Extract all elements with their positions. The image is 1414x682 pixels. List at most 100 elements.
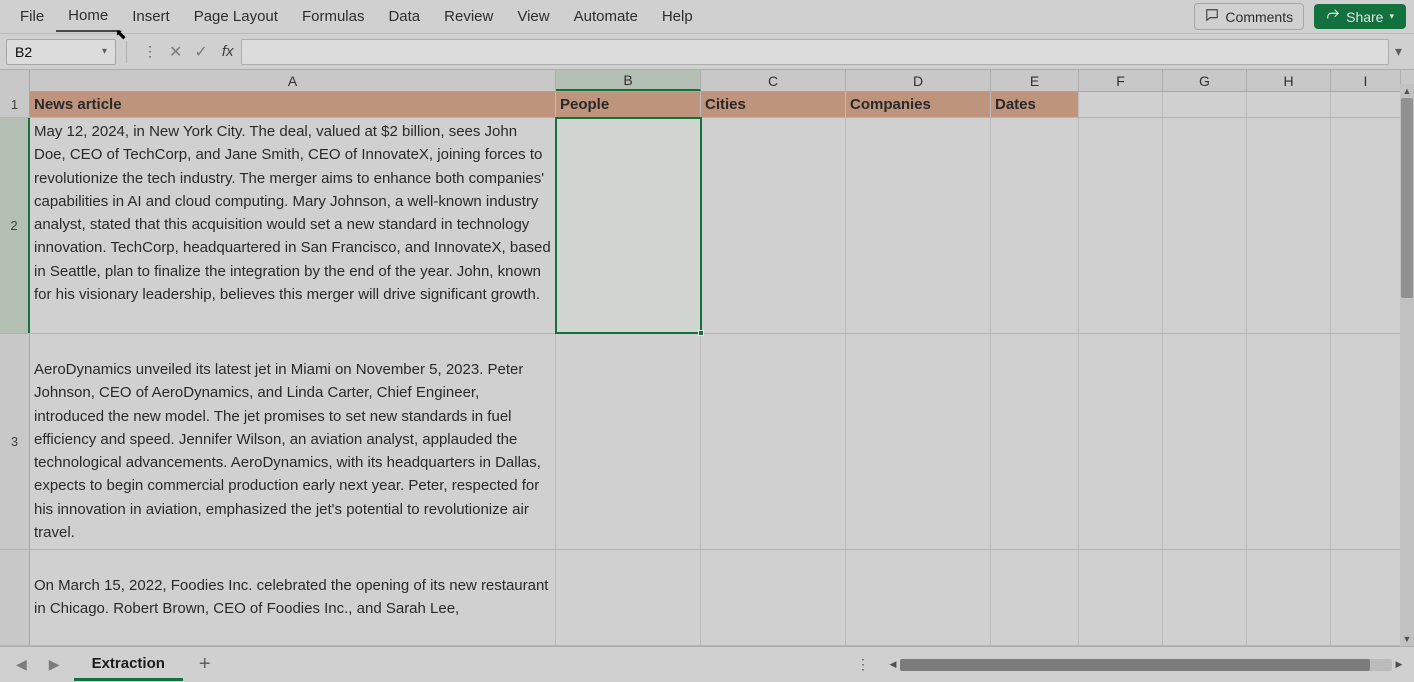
kebab-icon[interactable]: ⋮ [137, 43, 163, 60]
row-header-2[interactable]: 2 [0, 118, 30, 333]
name-box-input[interactable] [15, 44, 85, 60]
share-icon [1326, 8, 1340, 25]
scroll-left-icon[interactable]: ◀ [886, 659, 900, 670]
ribbon-tab-page-layout[interactable]: Page Layout [182, 2, 290, 31]
cell-a2[interactable]: May 12, 2024, in New York City. The deal… [30, 118, 556, 333]
chevron-down-icon[interactable]: ▾ [1389, 43, 1408, 60]
cell-d2[interactable] [846, 118, 991, 333]
scroll-thumb[interactable] [1401, 98, 1413, 298]
column-header-f[interactable]: F [1079, 70, 1163, 91]
formula-bar: ▾ ⋮ ✕ ✓ fx ▾ [0, 34, 1414, 70]
cell-b3[interactable] [556, 334, 701, 549]
sheet-tab-extraction[interactable]: Extraction [74, 649, 183, 681]
ribbon-tabs: File Home Insert Page Layout Formulas Da… [8, 1, 1194, 32]
cell-e3[interactable] [991, 334, 1079, 549]
cell-c1[interactable]: Cities [701, 92, 846, 117]
table-row: 1 News article People Cities Companies D… [0, 92, 1414, 118]
comments-label: Comments [1225, 9, 1293, 25]
enter-icon[interactable]: ✓ [188, 42, 213, 62]
sheet-nav-next[interactable]: ▶ [41, 656, 68, 673]
scroll-track[interactable] [900, 659, 1392, 671]
cell-h2[interactable] [1247, 118, 1331, 333]
cell-f1[interactable] [1079, 92, 1163, 117]
cell-d3[interactable] [846, 334, 991, 549]
cell-e1[interactable]: Dates [991, 92, 1079, 117]
cell-i3[interactable] [1331, 334, 1401, 549]
cell-f3[interactable] [1079, 334, 1163, 549]
chevron-down-icon[interactable]: ▾ [102, 46, 107, 57]
cell-g1[interactable] [1163, 92, 1247, 117]
scroll-right-icon[interactable]: ▶ [1392, 659, 1406, 670]
cell-a3[interactable]: AeroDynamics unveiled its latest jet in … [30, 334, 556, 549]
cell-g4[interactable] [1163, 550, 1247, 645]
vertical-scrollbar[interactable]: ▲ ▼ [1400, 84, 1414, 646]
table-row: On March 15, 2022, Foodies Inc. celebrat… [0, 550, 1414, 646]
column-header-b[interactable]: B [556, 70, 701, 91]
cell-b1[interactable]: People [556, 92, 701, 117]
ribbon-tab-review[interactable]: Review [432, 2, 505, 31]
scroll-thumb[interactable] [900, 659, 1370, 671]
add-sheet-button[interactable]: + [189, 653, 221, 676]
column-header-a[interactable]: A [30, 70, 556, 91]
ribbon-right: Comments Share ▾ [1194, 3, 1406, 30]
cell-i1[interactable] [1331, 92, 1401, 117]
column-header-g[interactable]: G [1163, 70, 1247, 91]
select-all-corner[interactable] [0, 70, 30, 92]
spreadsheet-grid[interactable]: A B C D E F G H I 1 News article People … [0, 70, 1414, 646]
scroll-up-icon[interactable]: ▲ [1400, 84, 1414, 98]
fill-handle[interactable] [698, 330, 704, 336]
column-header-e[interactable]: E [991, 70, 1079, 91]
cell-a1[interactable]: News article [30, 92, 556, 117]
column-header-h[interactable]: H [1247, 70, 1331, 91]
sheet-bar: ◀ ▶ Extraction + ⋮ ◀ ▶ [0, 646, 1414, 682]
fx-label[interactable]: fx [214, 43, 242, 60]
cell-i2[interactable] [1331, 118, 1401, 333]
sheet-nav-prev[interactable]: ◀ [8, 656, 35, 673]
cell-a4[interactable]: On March 15, 2022, Foodies Inc. celebrat… [30, 550, 556, 645]
share-label: Share [1346, 9, 1383, 25]
cell-c4[interactable] [701, 550, 846, 645]
cell-e4[interactable] [991, 550, 1079, 645]
ribbon-tab-help[interactable]: Help [650, 2, 705, 31]
ribbon-tab-automate[interactable]: Automate [562, 2, 650, 31]
ribbon-tab-view[interactable]: View [505, 2, 561, 31]
divider [126, 41, 127, 63]
cell-f2[interactable] [1079, 118, 1163, 333]
ribbon-tab-formulas[interactable]: Formulas [290, 2, 377, 31]
column-header-d[interactable]: D [846, 70, 991, 91]
cell-g2[interactable] [1163, 118, 1247, 333]
cell-b4[interactable] [556, 550, 701, 645]
row-header-1[interactable]: 1 [0, 92, 30, 117]
share-button[interactable]: Share ▾ [1314, 4, 1406, 29]
row-header-4[interactable] [0, 550, 30, 645]
cancel-icon[interactable]: ✕ [163, 42, 188, 62]
cell-c2[interactable] [701, 118, 846, 333]
ribbon-tab-file[interactable]: File [8, 2, 56, 31]
horizontal-scrollbar[interactable]: ◀ ▶ [886, 657, 1406, 673]
column-header-c[interactable]: C [701, 70, 846, 91]
ribbon-tab-home[interactable]: Home [56, 1, 120, 32]
cell-f4[interactable] [1079, 550, 1163, 645]
cell-h4[interactable] [1247, 550, 1331, 645]
cell-e2[interactable] [991, 118, 1079, 333]
ribbon-tab-insert[interactable]: Insert [120, 2, 182, 31]
cell-d4[interactable] [846, 550, 991, 645]
cell-i4[interactable] [1331, 550, 1401, 645]
kebab-icon[interactable]: ⋮ [846, 656, 880, 673]
cell-d1[interactable]: Companies [846, 92, 991, 117]
row-header-3[interactable]: 3 [0, 334, 30, 549]
ribbon-tab-data[interactable]: Data [376, 2, 432, 31]
cell-h1[interactable] [1247, 92, 1331, 117]
cell-h3[interactable] [1247, 334, 1331, 549]
comments-button[interactable]: Comments [1194, 3, 1304, 30]
scroll-down-icon[interactable]: ▼ [1400, 632, 1414, 646]
column-header-i[interactable]: I [1331, 70, 1401, 91]
table-row: 3 AeroDynamics unveiled its latest jet i… [0, 334, 1414, 550]
chevron-down-icon: ▾ [1389, 11, 1394, 22]
formula-input[interactable] [241, 39, 1388, 65]
cell-c3[interactable] [701, 334, 846, 549]
cell-b2[interactable] [556, 118, 701, 333]
comment-icon [1205, 8, 1219, 25]
cell-g3[interactable] [1163, 334, 1247, 549]
name-box[interactable]: ▾ [6, 39, 116, 65]
